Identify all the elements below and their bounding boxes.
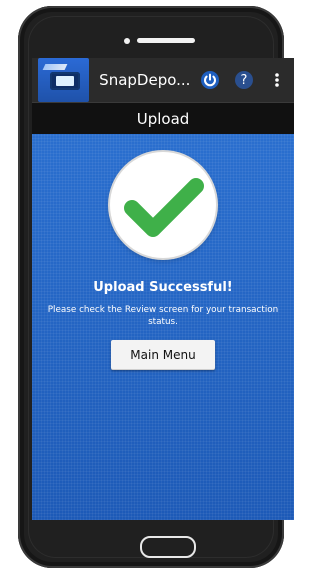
action-bar: SnapDepo... ? (32, 58, 294, 102)
more-vertical-icon (275, 73, 280, 87)
app-icon (38, 58, 90, 102)
power-icon (201, 71, 220, 89)
app-icon-spark (42, 64, 68, 70)
main-menu-label: Main Menu (130, 348, 196, 362)
earpiece-speaker (137, 38, 195, 43)
upload-result-content: Upload Successful! Please check the Revi… (32, 134, 294, 520)
help-icon: ? (234, 71, 253, 89)
success-message: Please check the Review screen for your … (47, 305, 279, 327)
check-icon (124, 178, 204, 237)
app-icon-card (50, 72, 80, 90)
app-title: SnapDepo... (99, 71, 191, 89)
success-check-badge (110, 152, 216, 258)
help-button[interactable]: ? (227, 58, 260, 102)
front-camera-icon (124, 38, 130, 44)
overflow-menu-button[interactable] (261, 58, 294, 102)
screen-title-bar: Upload (32, 102, 294, 135)
main-menu-button[interactable]: Main Menu (111, 340, 215, 370)
phone-screen: SnapDepo... ? Upload Upload Successful! … (32, 58, 294, 520)
svg-text:?: ? (240, 73, 247, 88)
home-button[interactable] (140, 536, 196, 558)
power-button[interactable] (194, 58, 227, 102)
screen-title: Upload (136, 110, 190, 128)
success-heading: Upload Successful! (93, 280, 233, 295)
